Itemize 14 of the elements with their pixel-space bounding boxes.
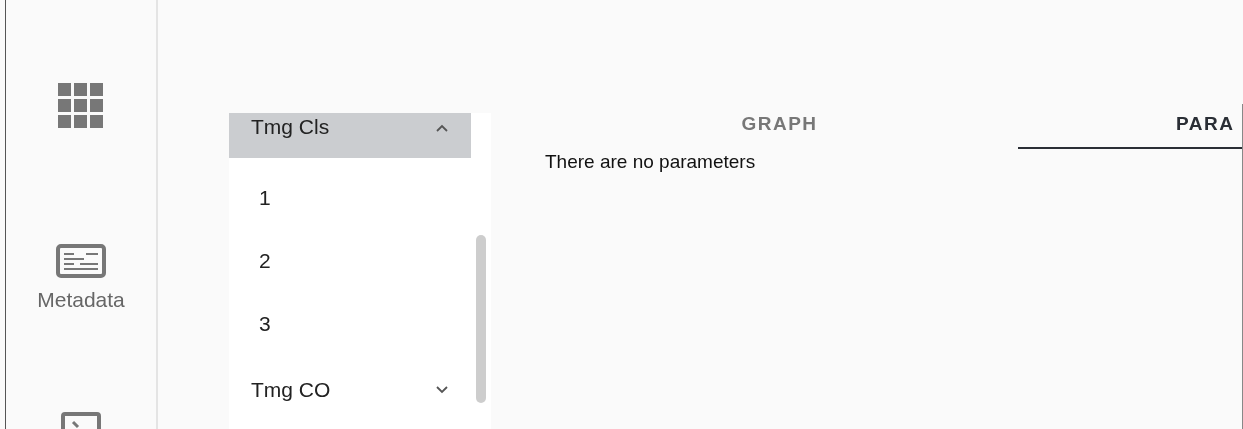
tree-item[interactable]: 1 [229,166,471,229]
empty-message: There are no parameters [545,151,757,173]
scrollbar-thumb[interactable] [476,235,486,403]
tree-item[interactable]: 2 [229,229,471,292]
document-card-icon[interactable] [56,244,106,278]
tab[interactable]: GRAPH [541,104,1018,149]
chevron-up-icon[interactable] [435,124,449,133]
tab[interactable]: PARA [1018,104,1242,149]
tree-group-header[interactable]: Tmg Cls [229,113,471,158]
terminal-icon[interactable] [61,412,101,429]
rail-label: Metadata [37,288,125,312]
tree-item[interactable]: 3 [229,292,471,355]
apps-grid-icon[interactable] [58,83,104,129]
chevron-down-icon[interactable] [435,385,449,394]
